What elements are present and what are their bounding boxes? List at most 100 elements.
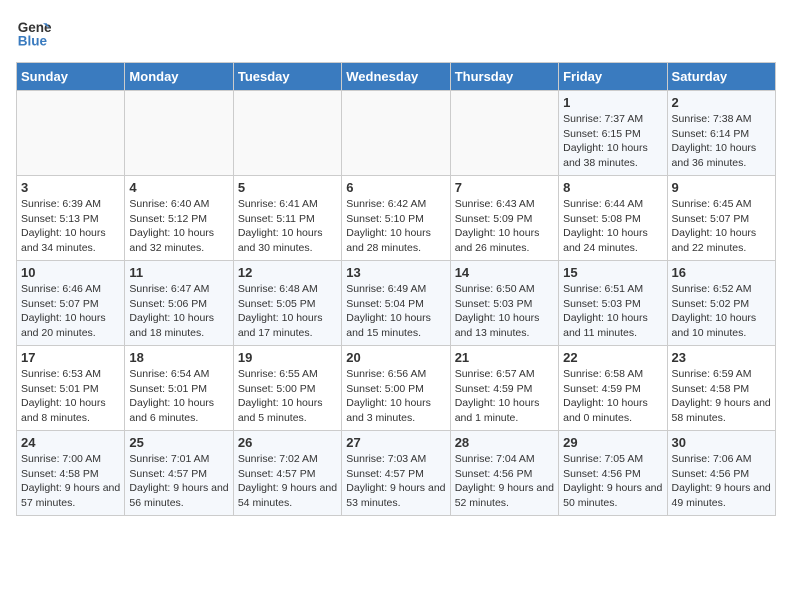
day-number: 10 [21, 265, 120, 280]
day-number: 21 [455, 350, 554, 365]
week-row-3: 10 Sunrise: 6:46 AM Sunset: 5:07 PM Dayli… [17, 261, 776, 346]
day-cell: 10 Sunrise: 6:46 AM Sunset: 5:07 PM Dayli… [17, 261, 125, 346]
day-info: Sunrise: 6:45 AM Sunset: 5:07 PM Dayligh… [672, 197, 771, 256]
svg-text:Blue: Blue [18, 34, 48, 49]
day-number: 4 [129, 180, 228, 195]
day-number: 15 [563, 265, 662, 280]
day-cell: 26 Sunrise: 7:02 AM Sunset: 4:57 PM Dayli… [233, 431, 341, 516]
day-info: Sunrise: 7:02 AM Sunset: 4:57 PM Dayligh… [238, 452, 337, 511]
day-info: Sunrise: 6:39 AM Sunset: 5:13 PM Dayligh… [21, 197, 120, 256]
day-cell: 7 Sunrise: 6:43 AM Sunset: 5:09 PM Daylig… [450, 176, 558, 261]
week-row-4: 17 Sunrise: 6:53 AM Sunset: 5:01 PM Dayli… [17, 346, 776, 431]
day-cell: 2 Sunrise: 7:38 AM Sunset: 6:14 PM Daylig… [667, 91, 775, 176]
week-row-1: 1 Sunrise: 7:37 AM Sunset: 6:15 PM Daylig… [17, 91, 776, 176]
day-info: Sunrise: 6:48 AM Sunset: 5:05 PM Dayligh… [238, 282, 337, 341]
day-info: Sunrise: 6:53 AM Sunset: 5:01 PM Dayligh… [21, 367, 120, 426]
day-cell: 6 Sunrise: 6:42 AM Sunset: 5:10 PM Daylig… [342, 176, 450, 261]
day-number: 6 [346, 180, 445, 195]
day-number: 2 [672, 95, 771, 110]
day-info: Sunrise: 6:40 AM Sunset: 5:12 PM Dayligh… [129, 197, 228, 256]
day-info: Sunrise: 7:38 AM Sunset: 6:14 PM Dayligh… [672, 112, 771, 171]
day-cell: 23Sunrise: 6:59 AM Sunset: 4:58 PM Dayli… [667, 346, 775, 431]
day-cell: 12 Sunrise: 6:48 AM Sunset: 5:05 PM Dayli… [233, 261, 341, 346]
day-cell [125, 91, 233, 176]
day-number: 16 [672, 265, 771, 280]
day-info: Sunrise: 6:58 AM Sunset: 4:59 PM Dayligh… [563, 367, 662, 426]
day-cell: 19 Sunrise: 6:55 AM Sunset: 5:00 PM Dayli… [233, 346, 341, 431]
day-cell: 3 Sunrise: 6:39 AM Sunset: 5:13 PM Daylig… [17, 176, 125, 261]
day-info: Sunrise: 7:06 AM Sunset: 4:56 PM Dayligh… [672, 452, 771, 511]
day-info: Sunrise: 7:04 AM Sunset: 4:56 PM Dayligh… [455, 452, 554, 511]
day-cell: 9 Sunrise: 6:45 AM Sunset: 5:07 PM Daylig… [667, 176, 775, 261]
day-number: 13 [346, 265, 445, 280]
day-number: 18 [129, 350, 228, 365]
day-cell: 21 Sunrise: 6:57 AM Sunset: 4:59 PM Dayli… [450, 346, 558, 431]
day-info: Sunrise: 7:01 AM Sunset: 4:57 PM Dayligh… [129, 452, 228, 511]
day-number: 12 [238, 265, 337, 280]
header-cell-thursday: Thursday [450, 63, 558, 91]
day-info: Sunrise: 6:42 AM Sunset: 5:10 PM Dayligh… [346, 197, 445, 256]
day-cell: 14 Sunrise: 6:50 AM Sunset: 5:03 PM Dayli… [450, 261, 558, 346]
day-number: 11 [129, 265, 228, 280]
day-cell: 18 Sunrise: 6:54 AM Sunset: 5:01 PM Dayli… [125, 346, 233, 431]
calendar-table: SundayMondayTuesdayWednesdayThursdayFrid… [16, 62, 776, 516]
day-cell: 5 Sunrise: 6:41 AM Sunset: 5:11 PM Daylig… [233, 176, 341, 261]
header-row: SundayMondayTuesdayWednesdayThursdayFrid… [17, 63, 776, 91]
day-cell [450, 91, 558, 176]
day-info: Sunrise: 6:56 AM Sunset: 5:00 PM Dayligh… [346, 367, 445, 426]
header-cell-friday: Friday [559, 63, 667, 91]
day-number: 23 [672, 350, 771, 365]
day-info: Sunrise: 6:43 AM Sunset: 5:09 PM Dayligh… [455, 197, 554, 256]
day-info: Sunrise: 6:55 AM Sunset: 5:00 PM Dayligh… [238, 367, 337, 426]
day-number: 14 [455, 265, 554, 280]
day-number: 20 [346, 350, 445, 365]
day-info: Sunrise: 7:03 AM Sunset: 4:57 PM Dayligh… [346, 452, 445, 511]
day-number: 1 [563, 95, 662, 110]
day-cell: 16 Sunrise: 6:52 AM Sunset: 5:02 PM Dayli… [667, 261, 775, 346]
day-number: 5 [238, 180, 337, 195]
day-info: Sunrise: 6:57 AM Sunset: 4:59 PM Dayligh… [455, 367, 554, 426]
day-info: Sunrise: 6:50 AM Sunset: 5:03 PM Dayligh… [455, 282, 554, 341]
day-info: Sunrise: 6:44 AM Sunset: 5:08 PM Dayligh… [563, 197, 662, 256]
day-cell: 27 Sunrise: 7:03 AM Sunset: 4:57 PM Dayli… [342, 431, 450, 516]
day-number: 3 [21, 180, 120, 195]
day-cell: 8 Sunrise: 6:44 AM Sunset: 5:08 PM Daylig… [559, 176, 667, 261]
day-cell: 29 Sunrise: 7:05 AM Sunset: 4:56 PM Dayli… [559, 431, 667, 516]
day-info: Sunrise: 6:47 AM Sunset: 5:06 PM Dayligh… [129, 282, 228, 341]
logo: General Blue [16, 16, 52, 52]
day-number: 26 [238, 435, 337, 450]
day-info: Sunrise: 7:05 AM Sunset: 4:56 PM Dayligh… [563, 452, 662, 511]
day-cell: 22 Sunrise: 6:58 AM Sunset: 4:59 PM Dayli… [559, 346, 667, 431]
day-number: 19 [238, 350, 337, 365]
day-cell: 1 Sunrise: 7:37 AM Sunset: 6:15 PM Daylig… [559, 91, 667, 176]
day-number: 25 [129, 435, 228, 450]
day-cell [17, 91, 125, 176]
header-cell-sunday: Sunday [17, 63, 125, 91]
day-cell [342, 91, 450, 176]
day-number: 30 [672, 435, 771, 450]
day-info: Sunrise: 6:41 AM Sunset: 5:11 PM Dayligh… [238, 197, 337, 256]
day-info: Sunrise: 6:46 AM Sunset: 5:07 PM Dayligh… [21, 282, 120, 341]
header-cell-tuesday: Tuesday [233, 63, 341, 91]
day-number: 7 [455, 180, 554, 195]
day-cell: 30 Sunrise: 7:06 AM Sunset: 4:56 PM Dayli… [667, 431, 775, 516]
day-info: Sunrise: 6:54 AM Sunset: 5:01 PM Dayligh… [129, 367, 228, 426]
day-number: 27 [346, 435, 445, 450]
day-number: 22 [563, 350, 662, 365]
day-number: 9 [672, 180, 771, 195]
day-cell: 24 Sunrise: 7:00 AM Sunset: 4:58 PM Dayli… [17, 431, 125, 516]
day-info: Sunrise: 7:37 AM Sunset: 6:15 PM Dayligh… [563, 112, 662, 171]
day-number: 8 [563, 180, 662, 195]
day-info: Sunrise: 6:52 AM Sunset: 5:02 PM Dayligh… [672, 282, 771, 341]
week-row-2: 3 Sunrise: 6:39 AM Sunset: 5:13 PM Daylig… [17, 176, 776, 261]
day-cell: 15Sunrise: 6:51 AM Sunset: 5:03 PM Dayli… [559, 261, 667, 346]
day-cell: 20 Sunrise: 6:56 AM Sunset: 5:00 PM Dayli… [342, 346, 450, 431]
header: General Blue [16, 16, 776, 52]
day-number: 17 [21, 350, 120, 365]
header-cell-wednesday: Wednesday [342, 63, 450, 91]
day-number: 29 [563, 435, 662, 450]
day-info: Sunrise: 7:00 AM Sunset: 4:58 PM Dayligh… [21, 452, 120, 511]
day-number: 24 [21, 435, 120, 450]
day-cell [233, 91, 341, 176]
day-cell: 13Sunrise: 6:49 AM Sunset: 5:04 PM Dayli… [342, 261, 450, 346]
